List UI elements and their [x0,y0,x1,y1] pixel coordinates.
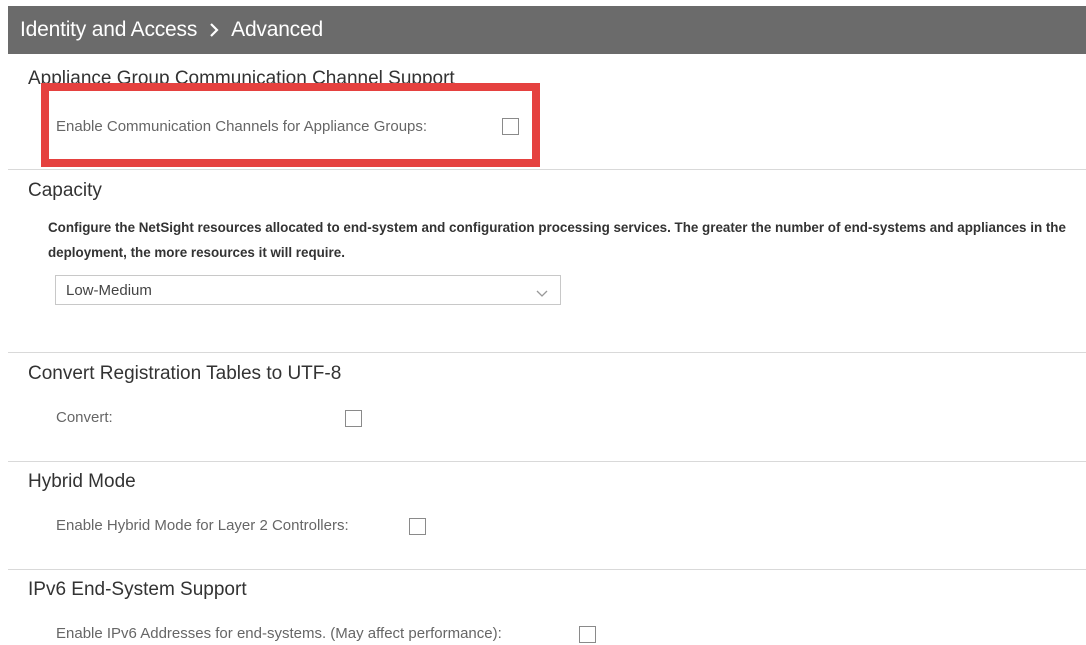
section-hybrid-mode: Hybrid Mode Enable Hybrid Mode for Layer… [8,462,1086,570]
section-convert-registration: Convert Registration Tables to UTF-8 Con… [8,353,1086,462]
section-title-convert: Convert Registration Tables to UTF-8 [28,363,342,384]
chevron-down-icon [536,285,548,302]
breadcrumb: Identity and Access Advanced [8,6,1086,54]
capacity-description: Configure the NetSight resources allocat… [48,220,1066,260]
highlight-box [41,83,540,167]
breadcrumb-advanced: Advanced [231,18,323,41]
ipv6-label: Enable IPv6 Addresses for end-systems. (… [56,625,502,642]
section-title-capacity: Capacity [28,180,102,201]
capacity-select-value: Low-Medium [66,281,152,299]
section-ipv6: IPv6 End-System Support Enable IPv6 Addr… [8,570,1086,645]
hybrid-mode-checkbox[interactable] [409,518,426,535]
section-title-ipv6: IPv6 End-System Support [28,579,247,600]
breadcrumb-identity-and-access[interactable]: Identity and Access [20,18,197,42]
convert-checkbox[interactable] [345,410,362,427]
capacity-select[interactable]: Low-Medium [55,275,561,305]
section-title-hybrid: Hybrid Mode [28,471,136,492]
chevron-right-icon [209,22,219,38]
hybrid-mode-label: Enable Hybrid Mode for Layer 2 Controlle… [56,517,349,534]
convert-label: Convert: [56,409,113,426]
ipv6-checkbox[interactable] [579,626,596,643]
